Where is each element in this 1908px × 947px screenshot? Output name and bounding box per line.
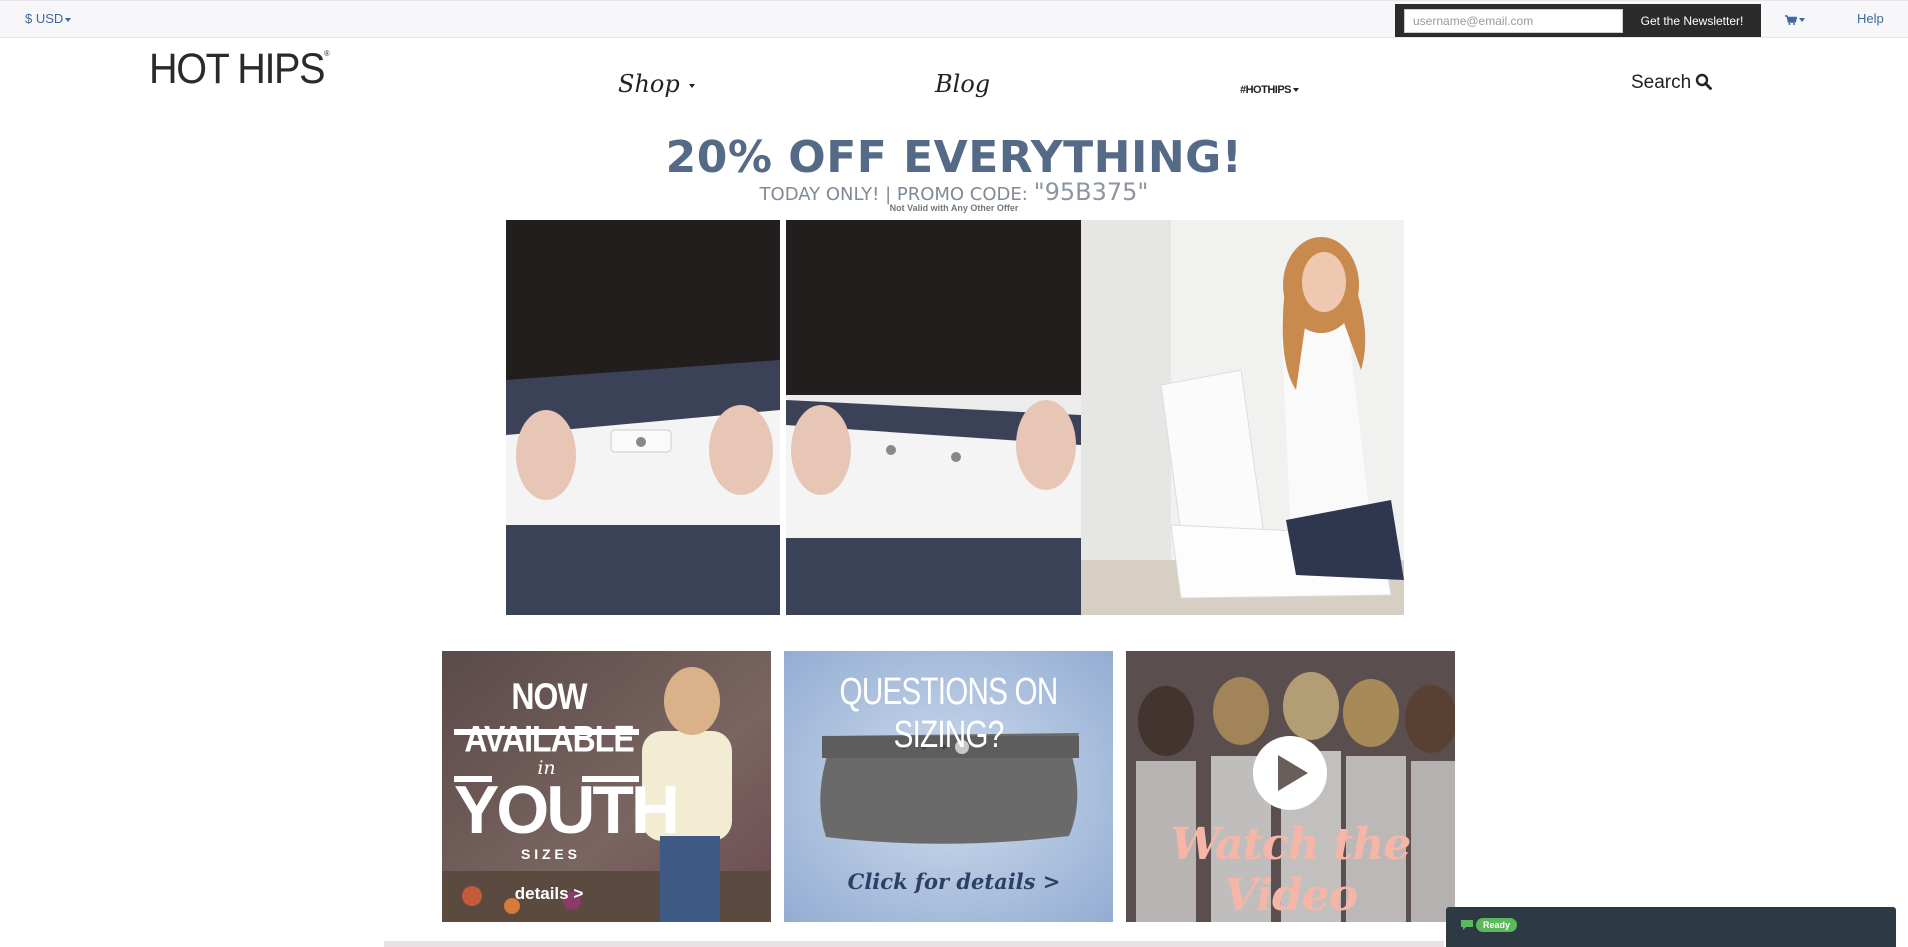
chat-bubble-icon <box>1461 920 1473 930</box>
tile-watch-video[interactable]: Watch the Video <box>1126 651 1455 922</box>
help-link[interactable]: Help <box>1857 11 1884 26</box>
newsletter-submit-button[interactable]: Get the Newsletter! <box>1628 11 1756 31</box>
nav-search-label: Search <box>1631 72 1692 93</box>
promo-note: Not Valid with Any Other Offer <box>889 203 1019 213</box>
chevron-down-icon <box>689 83 696 88</box>
nav-search[interactable]: Search <box>1631 72 1713 94</box>
next-row-strip <box>384 941 1444 947</box>
promo-headline: 20% OFF EVERYTHING! <box>665 132 1243 183</box>
chevron-down-icon <box>1799 17 1805 22</box>
hero-banner[interactable] <box>506 220 1404 615</box>
sizing-details-link[interactable]: Click for details > <box>784 869 1113 894</box>
hero-photo-after <box>786 220 1081 615</box>
youth-line4: S I Z E S <box>520 846 577 862</box>
hero-photo-model <box>1081 220 1404 615</box>
sizing-title: QUESTIONS ON SIZING? <box>839 671 1059 756</box>
page: $ USD Get the Newsletter! Help HOT HIPS®… <box>0 0 1908 947</box>
youth-details-link[interactable]: details > <box>442 884 656 904</box>
hero-photo-before <box>506 220 780 615</box>
nav-hashtag-label: #HOTHIPS <box>1240 84 1292 96</box>
promo-sub-text: TODAY ONLY! | PROMO CODE: <box>759 184 1034 205</box>
nav-hashtag[interactable]: #HOTHIPS <box>1240 84 1300 96</box>
registered-mark: ® <box>324 49 330 58</box>
cart-dropdown[interactable] <box>1785 12 1805 26</box>
chat-status-badge: Ready <box>1476 918 1518 932</box>
nav-shop[interactable]: Shop <box>618 70 696 98</box>
utility-bar: $ USD Get the Newsletter! Help <box>0 0 1908 38</box>
site-logo[interactable]: HOT HIPS® <box>149 45 330 94</box>
youth-line1: NOW AVAILABLE <box>464 675 634 760</box>
newsletter-form: Get the Newsletter! <box>1395 4 1761 37</box>
nav-shop-label: Shop <box>618 70 680 98</box>
chevron-down-icon <box>1293 88 1300 93</box>
chat-widget[interactable]: Ready <box>1446 907 1896 947</box>
search-icon <box>1696 73 1713 90</box>
tile-sizing-questions[interactable]: QUESTIONS ON SIZING? Click for details > <box>784 651 1113 922</box>
promo-code: "95B375" <box>1033 178 1149 206</box>
promo-subline: TODAY ONLY! | PROMO CODE: "95B375" <box>0 178 1908 206</box>
logo-text: HOT HIPS <box>149 45 325 93</box>
currency-selector[interactable]: $ USD <box>25 11 72 26</box>
cart-icon <box>1785 15 1798 25</box>
tile-youth-sizes[interactable]: NOW AVAILABLE in YOUTH S I Z E S details… <box>442 651 771 922</box>
currency-label: $ USD <box>25 11 64 26</box>
chevron-down-icon <box>65 17 72 22</box>
video-title: Watch the Video <box>1170 819 1412 921</box>
newsletter-email-input[interactable] <box>1404 9 1623 33</box>
youth-line3: YOUTH <box>454 772 680 848</box>
nav-blog[interactable]: Blog <box>935 70 990 98</box>
